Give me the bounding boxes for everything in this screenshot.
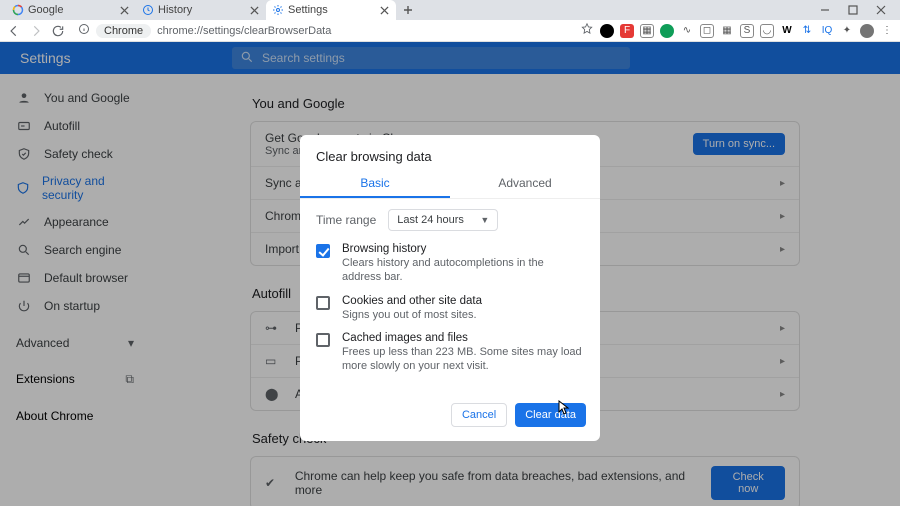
tab-title: History: [158, 4, 192, 16]
time-range-label: Time range: [316, 213, 376, 227]
back-button[interactable]: [6, 23, 22, 39]
address-url: chrome://settings/clearBrowserData: [157, 25, 331, 37]
clear-browsing-data-dialog: Clear browsing data Basic Advanced Time …: [300, 135, 600, 441]
forward-button[interactable]: [28, 23, 44, 39]
tab-title: Google: [28, 4, 63, 16]
new-tab-button[interactable]: [396, 0, 420, 20]
checkbox[interactable]: [316, 333, 330, 347]
ext-icon[interactable]: ▦: [640, 24, 654, 38]
close-icon[interactable]: [248, 4, 260, 16]
option-cookies[interactable]: Cookies and other site data Signs you ou…: [316, 295, 584, 322]
clear-data-button[interactable]: Clear data: [515, 403, 586, 427]
ext-icon[interactable]: W: [780, 24, 794, 38]
dialog-title: Clear browsing data: [300, 135, 600, 170]
window-maximize[interactable]: [846, 4, 860, 18]
profile-avatar[interactable]: [860, 24, 874, 38]
tab-advanced[interactable]: Advanced: [450, 170, 600, 198]
settings-favicon: [272, 4, 284, 16]
ext-icon[interactable]: S: [740, 24, 754, 38]
option-desc: Clears history and autocompletions in th…: [342, 256, 584, 285]
ext-icon[interactable]: [660, 24, 674, 38]
option-title: Browsing history: [342, 243, 584, 255]
browser-menu[interactable]: ⋮: [880, 24, 894, 38]
tab-title: Settings: [288, 4, 328, 16]
window-close[interactable]: [874, 4, 888, 18]
address-bar[interactable]: Chrome chrome://settings/clearBrowserDat…: [72, 22, 574, 40]
star-icon[interactable]: [580, 22, 594, 39]
close-icon[interactable]: [378, 4, 390, 16]
ext-icon[interactable]: ⇅: [800, 24, 814, 38]
checkbox[interactable]: [316, 296, 330, 310]
extension-tray: F ▦ ∿ ◻ ▦ S ◡ W ⇅ IQ ✦ ⋮: [600, 24, 894, 38]
ext-icon[interactable]: ∿: [680, 24, 694, 38]
ext-icon[interactable]: IQ: [820, 24, 834, 38]
tab-settings[interactable]: Settings: [266, 0, 396, 20]
ext-icon[interactable]: [600, 24, 614, 38]
close-icon[interactable]: [118, 4, 130, 16]
ext-icon[interactable]: ▦: [720, 24, 734, 38]
checkbox[interactable]: [316, 244, 330, 258]
option-desc: Signs you out of most sites.: [342, 308, 482, 322]
time-range-value: Last 24 hours: [397, 214, 464, 226]
ext-icon[interactable]: F: [620, 24, 634, 38]
extensions-icon[interactable]: ✦: [840, 24, 854, 38]
tab-history[interactable]: History: [136, 0, 266, 20]
address-chip: Chrome: [96, 24, 151, 38]
cancel-button[interactable]: Cancel: [451, 403, 507, 427]
browser-toolbar: Chrome chrome://settings/clearBrowserDat…: [0, 20, 900, 42]
window-minimize[interactable]: [818, 4, 832, 18]
dialog-tabs: Basic Advanced: [300, 170, 600, 199]
cursor-icon: [558, 400, 570, 416]
time-range-select[interactable]: Last 24 hours ▼: [388, 209, 498, 231]
tab-google[interactable]: Google: [6, 0, 136, 20]
option-title: Cookies and other site data: [342, 295, 482, 307]
site-info-icon[interactable]: [78, 23, 90, 38]
ext-icon[interactable]: ◻: [700, 24, 714, 38]
option-browsing-history[interactable]: Browsing history Clears history and auto…: [316, 243, 584, 285]
option-desc: Frees up less than 223 MB. Some sites ma…: [342, 345, 584, 374]
history-favicon: [142, 4, 154, 16]
tab-basic[interactable]: Basic: [300, 170, 450, 198]
google-favicon: [12, 4, 24, 16]
option-title: Cached images and files: [342, 332, 584, 344]
option-cache[interactable]: Cached images and files Frees up less th…: [316, 332, 584, 374]
tab-strip: Google History Settings: [0, 0, 900, 20]
ext-icon[interactable]: ◡: [760, 24, 774, 38]
chevron-down-icon: ▼: [480, 215, 489, 225]
reload-button[interactable]: [50, 23, 66, 39]
